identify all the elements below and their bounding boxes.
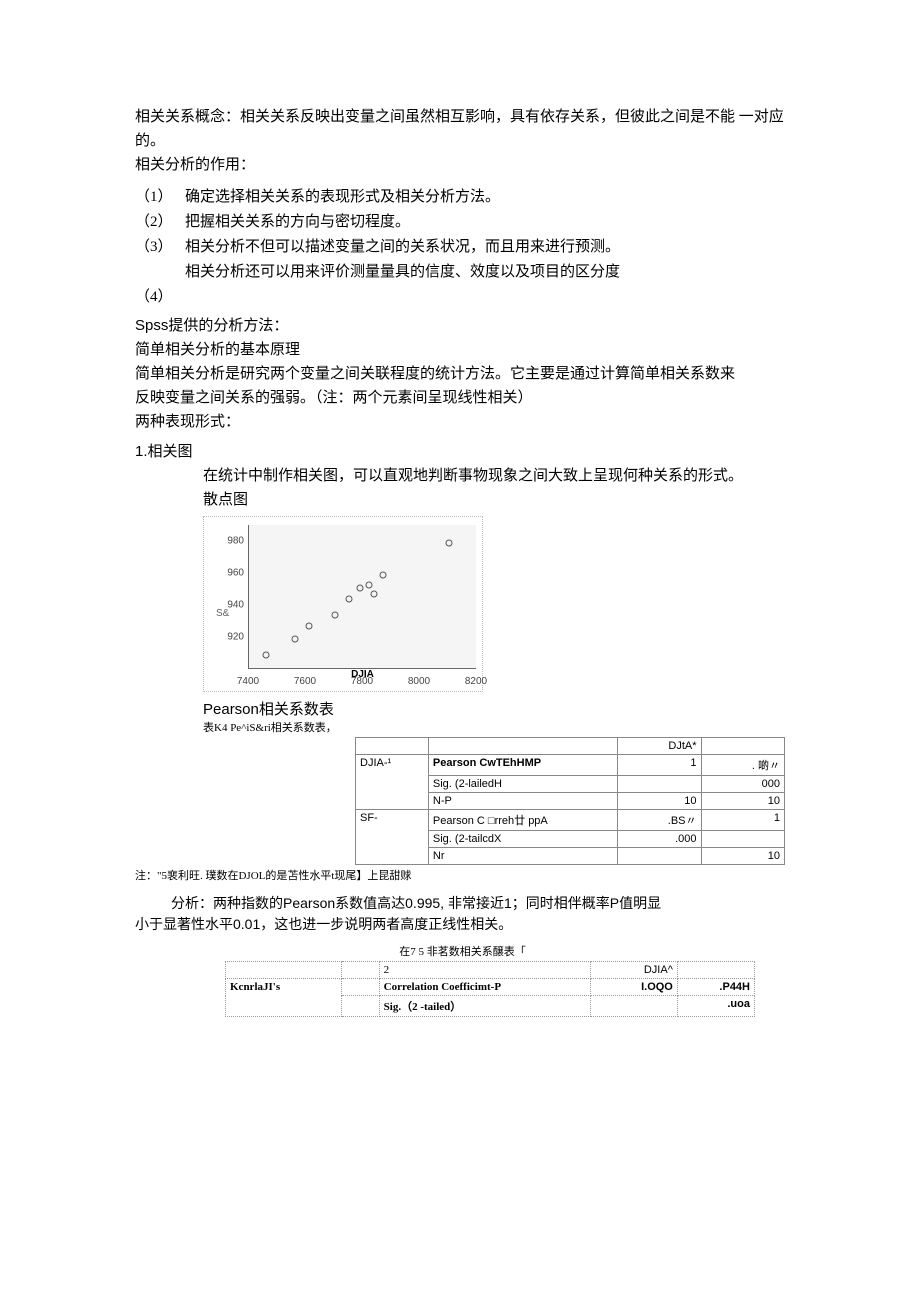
cell-value: 1 bbox=[618, 755, 701, 776]
cell-value: .000 bbox=[618, 831, 701, 848]
nonparam-table: 2 DJIA^ KcnrlaJI's Correlation Coefficim… bbox=[225, 961, 755, 1017]
table-row: DJtA* bbox=[356, 738, 785, 755]
cell-value: .BS〃 bbox=[618, 810, 701, 831]
cell-value bbox=[591, 996, 678, 1017]
x-tick-label: 8200 bbox=[456, 676, 496, 687]
data-point bbox=[371, 591, 378, 598]
data-point bbox=[379, 572, 386, 579]
list-num: （4） bbox=[135, 285, 185, 306]
cell-value: 1 bbox=[701, 810, 785, 831]
list-item: （2） 把握相关关系的方向与密切程度。 bbox=[135, 210, 790, 231]
analysis-text2: 小于显著性水平0.01，这也进一步说明两者高度正线性相关。 bbox=[135, 914, 512, 935]
data-point bbox=[291, 636, 298, 643]
list-item: （3） 相关分析不但可以描述变量之间的关系状况，而且用来进行预测。 bbox=[135, 235, 790, 256]
table-row: SF- Pearson C □rreh廿 ppA .BS〃 1 bbox=[356, 810, 785, 831]
list-num: （3） bbox=[135, 235, 185, 256]
pearson-footnote: 注："5裵利旺. 璞数在DJOL的是苫性水平t现尾】上昆甜赇 bbox=[135, 867, 790, 883]
list-num: （2） bbox=[135, 210, 185, 231]
table-row: KcnrlaJI's Correlation Coefficimt-P I.OQ… bbox=[226, 979, 755, 996]
data-point bbox=[357, 584, 364, 591]
analysis-text1: 分析：两种指数的Pearson系数值高达0.995, 非常接近1；同时相伴概率P… bbox=[171, 895, 661, 911]
y-tick-label: 920 bbox=[204, 632, 244, 643]
intro-role: 相关分析的作用： bbox=[135, 153, 790, 177]
cell-value bbox=[618, 848, 701, 865]
stat-label: N-P bbox=[428, 793, 617, 810]
x-tick-label: 7400 bbox=[228, 676, 268, 687]
stat-label: Pearson C □rreh廿 ppA bbox=[428, 810, 617, 831]
data-point bbox=[305, 623, 312, 630]
col-header: DJtA* bbox=[618, 738, 701, 755]
scatter-plot: DJIAS& 92094096098074007600780080008200 bbox=[203, 516, 483, 692]
row-label: KcnrlaJI's bbox=[226, 979, 342, 1017]
data-point bbox=[345, 596, 352, 603]
list-text: 相关分析不但可以描述变量之间的关系状况，而且用来进行预测。 bbox=[185, 235, 790, 256]
list-item: （1） 确定选择相关关系的表现形式及相关分析方法。 bbox=[135, 185, 790, 206]
stat-label: Sig. (2-lailedH bbox=[428, 776, 617, 793]
data-point bbox=[331, 612, 338, 619]
list-text: 把握相关关系的方向与密切程度。 bbox=[185, 210, 790, 231]
data-point bbox=[263, 652, 270, 659]
y-tick-label: 980 bbox=[204, 536, 244, 547]
cell-value: I.OQO bbox=[591, 979, 678, 996]
list-item: （4） bbox=[135, 285, 790, 306]
principle-heading: 简单相关分析的基本原理 bbox=[135, 338, 790, 362]
stat-label: Correlation Coefficimt-P bbox=[379, 979, 591, 996]
scatter-title: 散点图 bbox=[203, 488, 790, 512]
cell-value: .uoa bbox=[677, 996, 754, 1017]
x-tick-label: 7600 bbox=[285, 676, 325, 687]
cell-value: .P44H bbox=[677, 979, 754, 996]
cell-value: 10 bbox=[701, 848, 785, 865]
table-row: 2 DJIA^ bbox=[226, 962, 755, 979]
cell-value: 000 bbox=[701, 776, 785, 793]
section-1-heading: 1.相关图 bbox=[135, 440, 790, 464]
forms-heading: 两种表现形式： bbox=[135, 410, 790, 434]
y-tick-label: 960 bbox=[204, 568, 244, 579]
principle-text2: 反映变量之间关系的强弱。（注：两个元素间呈现线性相关） bbox=[135, 386, 790, 410]
cell-value bbox=[618, 776, 701, 793]
x-tick-label: 8000 bbox=[399, 676, 439, 687]
pearson-table: DJtA* DJIA-¹ Pearson CwTEhHMP 1 . 啲〃 Sig… bbox=[355, 737, 785, 865]
list-item: 相关分析还可以用来评价测量量具的信度、效度以及项目的区分度 bbox=[135, 260, 790, 281]
row-label: SF- bbox=[356, 810, 429, 865]
data-point bbox=[445, 540, 452, 547]
x-tick-label: 7800 bbox=[342, 676, 382, 687]
scatter-desc: 在统计中制作相关图，可以直观地判断事物现象之间大致上呈现何种关系的形式。 bbox=[203, 464, 790, 488]
y-tick-label: 940 bbox=[204, 600, 244, 611]
stat-label: Pearson CwTEhHMP bbox=[428, 755, 617, 776]
pearson-caption: 表K4 Pe^iS&ri相关系数表， bbox=[203, 719, 790, 735]
role-list: （1） 确定选择相关关系的表现形式及相关分析方法。 （2） 把握相关关系的方向与… bbox=[135, 185, 790, 306]
spss-heading: Spss提供的分析方法： bbox=[135, 314, 790, 338]
cell-value: 10 bbox=[618, 793, 701, 810]
list-text: 相关分析还可以用来评价测量量具的信度、效度以及项目的区分度 bbox=[185, 260, 790, 281]
col-header: 2 bbox=[379, 962, 591, 979]
cell-value bbox=[701, 831, 785, 848]
list-text: 确定选择相关关系的表现形式及相关分析方法。 bbox=[185, 185, 790, 206]
cell-value: . 啲〃 bbox=[701, 755, 785, 776]
table2-caption: 在7 5 非茗数相关系醸表「 bbox=[135, 943, 790, 959]
list-num: （1） bbox=[135, 185, 185, 206]
stat-label: Sig.（2 -tailed） bbox=[379, 996, 591, 1017]
row-label: DJIA-¹ bbox=[356, 755, 429, 810]
cell-value: 10 bbox=[701, 793, 785, 810]
table-row: DJIA-¹ Pearson CwTEhHMP 1 . 啲〃 bbox=[356, 755, 785, 776]
stat-label: Nr bbox=[428, 848, 617, 865]
data-point bbox=[365, 581, 372, 588]
intro-concept: 相关关系概念：相关关系反映出变量之间虽然相互影响，具有依存关系，但彼此之间是不能… bbox=[135, 105, 790, 153]
stat-label: Sig. (2-tailcdX bbox=[428, 831, 617, 848]
principle-text: 简单相关分析是研究两个变量之间关联程度的统计方法。它主要是通过计算简单相关系数来 bbox=[135, 362, 790, 386]
col-header: DJIA^ bbox=[591, 962, 678, 979]
pearson-heading: Pearson相关系数表 bbox=[203, 698, 790, 719]
